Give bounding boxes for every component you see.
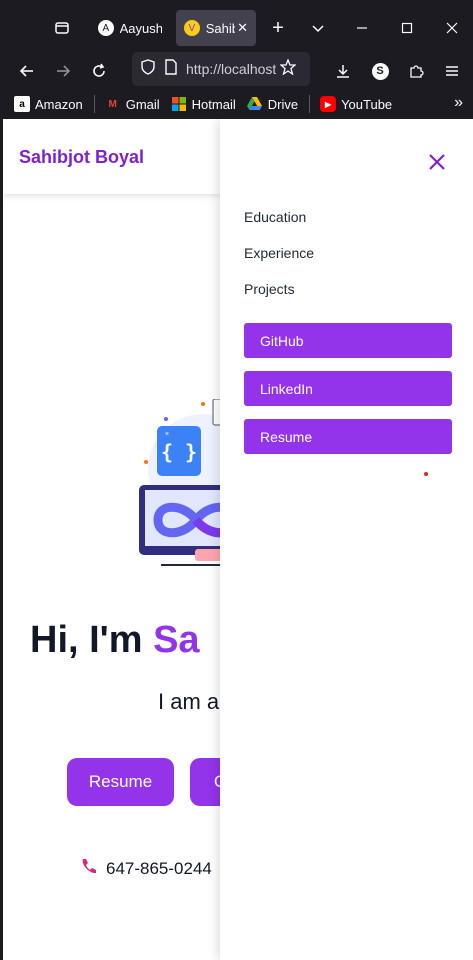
github-button[interactable]: GitHub (244, 323, 452, 358)
bookmark-separator (309, 95, 311, 113)
tab-label: Aayush (119, 20, 162, 36)
mobile-nav-drawer: Education Experience Projects GitHub Lin… (220, 119, 473, 960)
gmail-icon: M (108, 98, 117, 110)
bookmark-gmail[interactable]: M Gmail (105, 96, 160, 112)
bookmark-drive[interactable]: Drive (247, 96, 298, 112)
bookmark-amazon[interactable]: a Amazon (14, 96, 83, 112)
downloads-icon[interactable] (328, 56, 358, 86)
bookmark-label: Gmail (125, 96, 160, 112)
bookmark-label: Drive (267, 96, 299, 112)
bookmark-label: YouTube (341, 96, 393, 112)
page-info-icon[interactable] (164, 58, 178, 80)
tab-favicon-icon: A (98, 20, 114, 36)
nav-link-education[interactable]: Education (244, 209, 306, 225)
nav-link-experience[interactable]: Experience (244, 245, 314, 261)
tab-sahibjot[interactable]: V Sahibjot ✕ (176, 10, 256, 46)
bookmarks-overflow-icon[interactable]: » (454, 94, 463, 112)
hero-title: Hi, I'm Sa (30, 619, 200, 662)
extensions-icon[interactable] (401, 56, 431, 86)
maximize-icon[interactable] (393, 14, 421, 42)
bookmark-star-icon[interactable] (279, 57, 297, 80)
window-close-icon[interactable] (438, 14, 466, 42)
drawer-resume-button[interactable]: Resume (244, 419, 452, 454)
reload-icon[interactable] (84, 56, 114, 86)
microsoft-icon (171, 96, 187, 112)
hero-title-prefix: Hi, I'm (30, 619, 154, 661)
url-bar[interactable]: http://localhost (132, 52, 310, 86)
new-tab-button[interactable]: + (264, 14, 292, 42)
youtube-icon: ▶ (320, 96, 337, 112)
back-icon[interactable] (12, 56, 42, 86)
tab-list-chevron-icon[interactable] (304, 14, 332, 42)
browser-chrome: A Aayush V Sahibjot ✕ + (0, 0, 473, 119)
url-text[interactable]: http://localhost (186, 61, 276, 77)
menu-icon[interactable] (437, 56, 467, 86)
svg-text:×: × (165, 431, 169, 438)
bookmark-label: Amazon (35, 96, 83, 112)
vite-favicon-icon: V (184, 20, 200, 36)
hero-subtitle: I am a (158, 689, 220, 714)
account-icon[interactable]: S (365, 56, 395, 86)
minimize-icon[interactable] (348, 14, 376, 42)
hero-title-name: Sa (153, 619, 200, 661)
bookmark-separator (93, 95, 95, 113)
phone-number: 647-865-0244 (106, 858, 212, 878)
tab-label: Sahibjot (205, 20, 235, 36)
nav-link-projects[interactable]: Projects (244, 281, 295, 297)
bookmark-hotmail[interactable]: Hotmail (171, 96, 236, 112)
bookmark-label: Hotmail (191, 96, 236, 112)
close-menu-icon[interactable] (427, 152, 447, 172)
phone-icon (80, 857, 98, 880)
tab-bar: A Aayush V Sahibjot ✕ + (0, 0, 473, 56)
brand-name[interactable]: Sahibjot Boyal (19, 147, 144, 168)
bookmark-youtube[interactable]: ▶ YouTube (320, 96, 392, 112)
phone-contact[interactable]: 647-865-0244 (80, 857, 212, 880)
tab-aayush[interactable]: A Aayush (90, 10, 170, 46)
decorative-dot (424, 472, 428, 476)
page-viewport: Sahibjot Boyal { } × Hi, I'm Sa I am a R… (3, 119, 473, 960)
hero-resume-button[interactable]: Resume (67, 758, 174, 806)
drive-icon (247, 96, 263, 112)
svg-text:{ }: { } (161, 440, 197, 464)
tab-close-icon[interactable]: ✕ (237, 20, 248, 36)
amazon-icon: a (14, 96, 30, 112)
bookmarks-bar: a Amazon M Gmail Hotmail Drive ▶ YouTube… (0, 90, 473, 118)
tab-overview-icon[interactable] (48, 14, 76, 42)
forward-icon[interactable] (48, 56, 78, 86)
shield-icon[interactable] (140, 58, 156, 80)
linkedin-button[interactable]: LinkedIn (244, 371, 452, 406)
